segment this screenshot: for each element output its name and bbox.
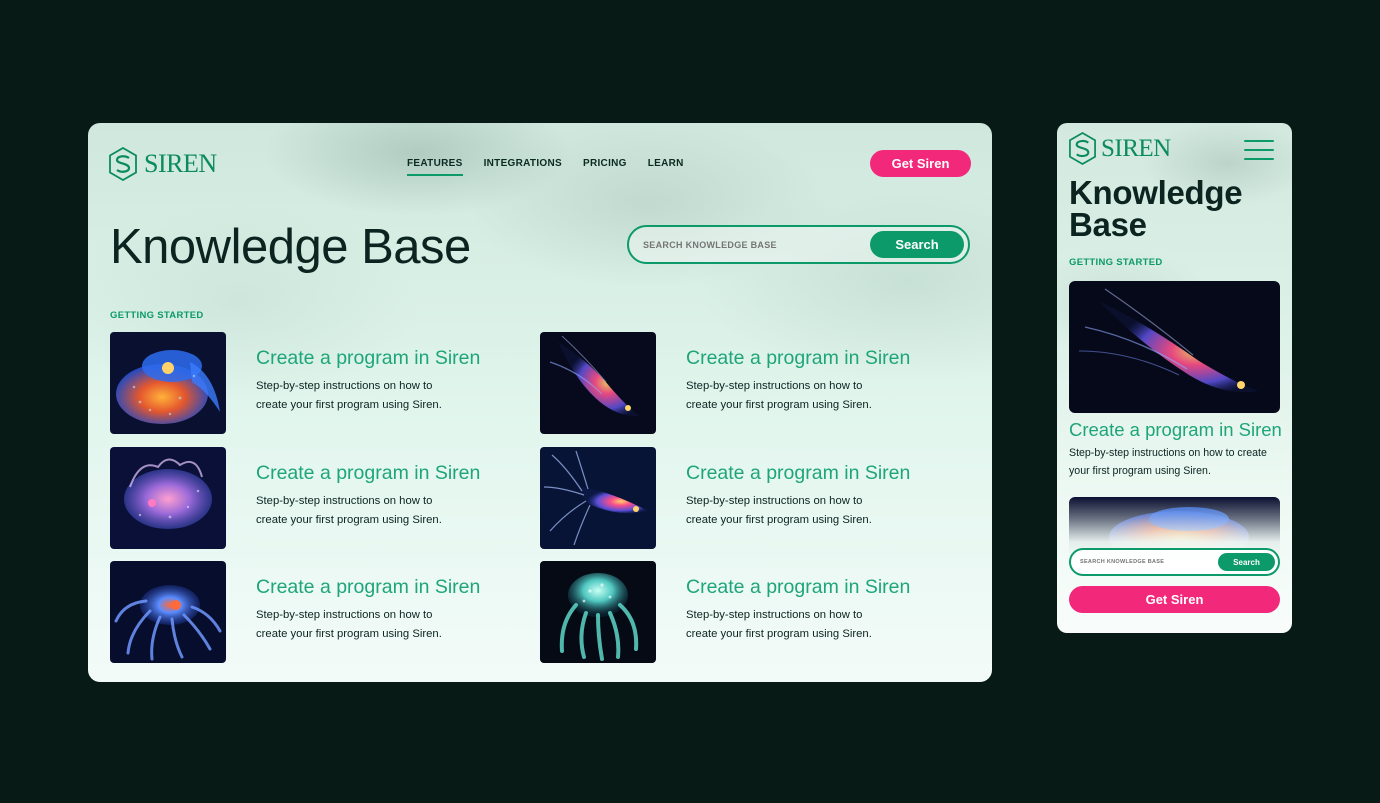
- nav-item-pricing[interactable]: PRICING: [583, 158, 627, 176]
- nav-item-integrations[interactable]: INTEGRATIONS: [484, 158, 562, 176]
- search-bar: Search: [627, 225, 970, 264]
- search-button[interactable]: Search: [1218, 553, 1275, 571]
- siren-wordmark: SIREN: [144, 149, 217, 178]
- article-description: Step-by-step instructions on how to crea…: [256, 495, 442, 526]
- article-thumbnail: [540, 447, 656, 549]
- get-siren-button[interactable]: Get Siren: [870, 150, 971, 177]
- article-card[interactable]: Create a program in Siren Step-by-step i…: [540, 561, 920, 663]
- siren-logo[interactable]: SIREN: [1068, 132, 1171, 165]
- get-siren-button[interactable]: Get Siren: [1069, 586, 1280, 613]
- section-label: GETTING STARTED: [1069, 257, 1163, 268]
- desktop-preview: SIREN FEATURES INTEGRATIONS PRICING LEAR…: [88, 123, 992, 682]
- article-title[interactable]: Create a program in Siren: [256, 462, 480, 485]
- article-card[interactable]: Create a program in Siren Step-by-step i…: [110, 447, 490, 549]
- article-title[interactable]: Create a program in Siren: [686, 347, 910, 370]
- siren-wordmark: SIREN: [1101, 134, 1171, 162]
- article-description: Step-by-step instructions on how to crea…: [686, 495, 872, 526]
- page-title: Knowledge Base: [1069, 174, 1243, 243]
- search-input[interactable]: [1080, 559, 1210, 565]
- article-description: Step-by-step instructions on how to crea…: [686, 380, 872, 411]
- mobile-preview: SIREN Knowledge Base GETTING STARTED Cre…: [1057, 123, 1292, 633]
- article-thumbnail: [110, 332, 226, 434]
- article-thumbnail: [540, 332, 656, 434]
- article-description: Step-by-step instructions on how to crea…: [256, 380, 442, 411]
- siren-logo-icon: [109, 147, 137, 181]
- main-nav: FEATURES INTEGRATIONS PRICING LEARN: [407, 158, 684, 176]
- nav-item-learn[interactable]: LEARN: [648, 158, 684, 176]
- page-title: Knowledge Base: [110, 220, 471, 274]
- article-title[interactable]: Create a program in Siren: [686, 576, 910, 599]
- search-input[interactable]: [643, 239, 863, 250]
- article-description: Step-by-step instructions on how to crea…: [256, 609, 442, 640]
- article-thumbnail: [110, 561, 226, 663]
- article-thumbnail: [110, 447, 226, 549]
- siren-logo[interactable]: SIREN: [108, 147, 217, 181]
- article-thumbnail: [540, 561, 656, 663]
- hamburger-menu-icon[interactable]: [1244, 140, 1274, 160]
- article-description: Step-by-step instructions on how to crea…: [686, 609, 872, 640]
- section-label: GETTING STARTED: [110, 310, 204, 321]
- article-card[interactable]: Create a program in Siren Step-by-step i…: [110, 561, 490, 663]
- article-card[interactable]: Create a program in Siren Step-by-step i…: [540, 447, 920, 549]
- article-title[interactable]: Create a program in Siren: [686, 462, 910, 485]
- nav-item-features[interactable]: FEATURES: [407, 158, 463, 176]
- article-thumbnail[interactable]: [1069, 281, 1280, 413]
- search-button[interactable]: Search: [870, 231, 964, 258]
- siren-logo-icon: [1069, 132, 1096, 165]
- article-title[interactable]: Create a program in Siren: [256, 347, 480, 370]
- article-title[interactable]: Create a program in Siren: [256, 576, 480, 599]
- article-card[interactable]: Create a program in Siren Step-by-step i…: [540, 332, 920, 434]
- search-bar: Search: [1069, 548, 1280, 576]
- article-card[interactable]: Create a program in Siren Step-by-step i…: [110, 332, 490, 434]
- article-description: Step-by-step instructions on how to crea…: [1069, 447, 1267, 477]
- article-title[interactable]: Create a program in Siren: [1069, 419, 1282, 441]
